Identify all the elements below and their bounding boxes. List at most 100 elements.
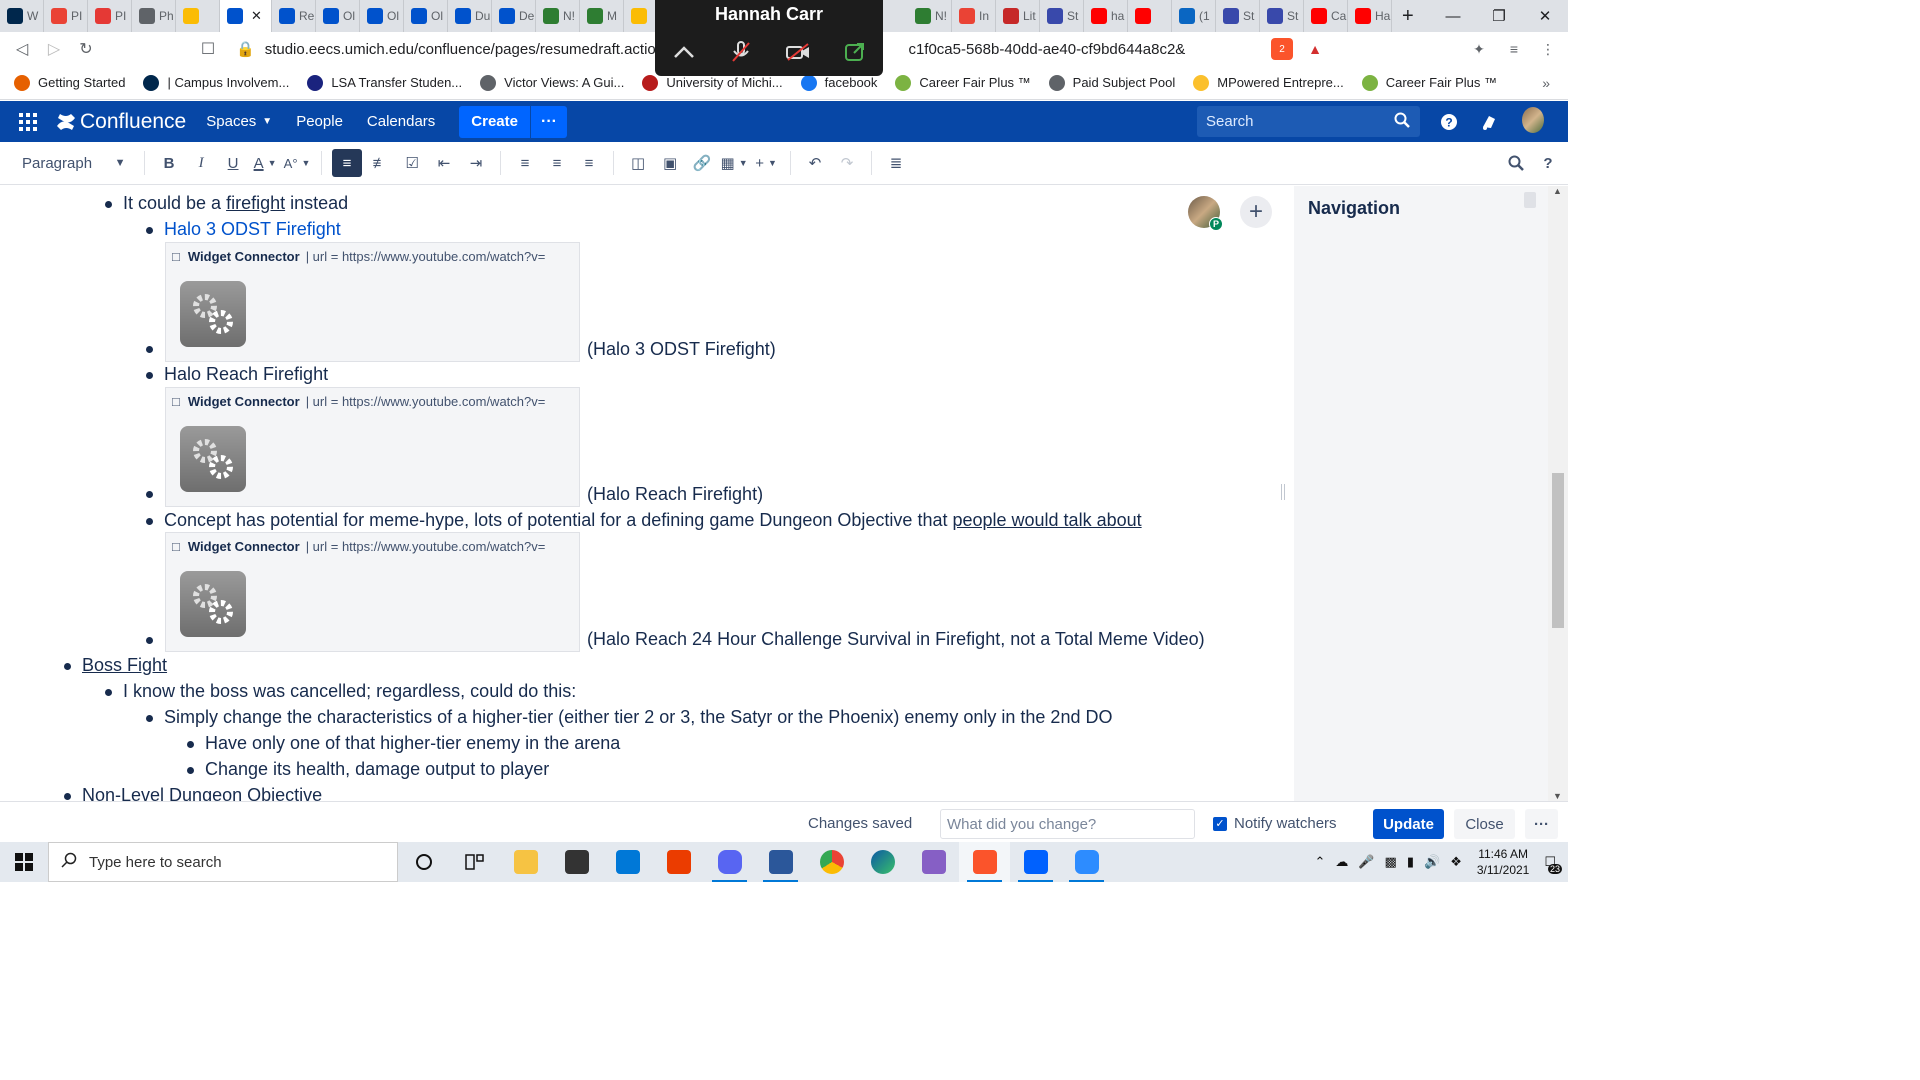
dropbox-tray-icon[interactable]: ❖ [1450,854,1462,870]
align-right-icon[interactable]: ≡ [575,149,603,177]
close-tab-icon[interactable]: ✕ [251,8,262,24]
link-icon[interactable]: 🔗 [688,149,716,177]
word-icon[interactable] [755,842,806,882]
windows-start-icon[interactable] [0,842,48,882]
indent-icon[interactable]: ⇥ [462,149,490,177]
collaborator-avatar[interactable]: P [1188,196,1223,231]
browser-tab[interactable]: ha [1084,0,1128,32]
brave-icon[interactable] [959,842,1010,882]
bookmarks-overflow-icon[interactable]: » [1542,75,1550,91]
mic-muted-icon[interactable] [721,38,761,66]
browser-tab[interactable]: Ol [316,0,360,32]
new-tab-icon[interactable]: + [1392,5,1424,28]
align-left-icon[interactable]: ≡ [511,149,539,177]
chrome-icon[interactable] [806,842,857,882]
widget-connector[interactable]: □ Widget Connector | url = https://www.you… [165,532,580,652]
browser-tab[interactable]: St [1216,0,1260,32]
extensions-icon[interactable]: ✦ [1468,38,1490,60]
help-icon[interactable]: ? [1534,149,1562,177]
reload-icon[interactable]: ↻ [70,33,102,65]
browser-tab[interactable]: In [952,0,996,32]
brave-rewards-icon[interactable]: ▲ [1304,38,1326,60]
brave-shields-icon[interactable]: 2 [1271,38,1293,60]
browser-tab[interactable]: Re [272,0,316,32]
file-explorer-icon[interactable] [500,842,551,882]
layout-icon[interactable]: ◫ [624,149,652,177]
page-width-icon[interactable]: ≣ [882,149,910,177]
clock[interactable]: 11:46 AM 3/11/2021 [1477,846,1530,878]
halo-3-odst-link[interactable]: Halo 3 ODST Firefight [164,219,341,240]
task-list-icon[interactable]: ☑ [398,149,426,177]
task-view-icon[interactable] [449,842,500,882]
update-button[interactable]: Update [1373,809,1444,839]
browser-tab[interactable]: Ph [132,0,176,32]
chevron-up-icon[interactable]: ⌃ [1314,854,1325,870]
add-collaborator-button[interactable]: + [1240,196,1272,228]
browser-tab[interactable]: Ol [360,0,404,32]
scrollbar-thumb[interactable] [1552,473,1564,628]
discord-icon[interactable] [704,842,755,882]
image-icon[interactable]: ▣ [656,149,684,177]
browser-tab[interactable] [176,0,220,32]
widget-connector[interactable]: □ Widget Connector | url = https://www.you… [165,387,580,507]
align-center-icon[interactable]: ≡ [543,149,571,177]
forward-icon[interactable]: ▷ [38,33,70,65]
avatar[interactable] [1522,107,1544,133]
scroll-up-icon[interactable]: ▲ [1553,186,1562,196]
confluence-logo[interactable]: Confluence [56,110,186,134]
visual-studio-icon[interactable] [908,842,959,882]
numbered-list-icon[interactable]: ≢ [366,149,394,177]
edge-icon[interactable] [857,842,908,882]
browser-tab[interactable]: St [1260,0,1304,32]
resize-handle[interactable] [1281,484,1285,500]
volume-icon[interactable]: 🔊 [1424,854,1440,870]
battery-icon[interactable]: ▮ [1407,854,1414,870]
mail-icon[interactable] [602,842,653,882]
bookmark-item[interactable]: LSA Transfer Studen... [307,74,462,91]
share-screen-icon[interactable] [835,38,875,66]
onedrive-icon[interactable]: ☁ [1335,854,1348,870]
help-icon[interactable]: ? [1438,111,1460,133]
scroll-down-icon[interactable]: ▼ [1553,791,1562,801]
widget-connector[interactable]: □ Widget Connector | url = https://www.you… [165,242,580,362]
browser-tab[interactable]: Ca [1304,0,1348,32]
undo-icon[interactable]: ↶ [801,149,829,177]
redo-icon[interactable]: ↷ [833,149,861,177]
dropbox-icon[interactable] [1010,842,1061,882]
bookmark-item[interactable]: MPowered Entrepre... [1193,74,1344,91]
notifications-icon[interactable]: ☐ 23 [1544,854,1562,874]
browser-tab[interactable] [1128,0,1172,32]
microphone-icon[interactable]: 🎤 [1358,854,1374,870]
notify-watchers-checkbox[interactable]: ✓ Notify watchers [1213,815,1337,832]
bookmark-item[interactable]: | Campus Involvem... [143,74,289,91]
chevron-up-icon[interactable] [664,38,704,66]
app-switcher-icon[interactable] [0,101,56,142]
notifications-icon[interactable] [1478,111,1500,133]
boss-fight-link[interactable]: Boss Fight [82,655,167,676]
browser-tab[interactable]: (1 [1172,0,1216,32]
bookmark-item[interactable]: Career Fair Plus ™ [1361,74,1497,91]
browser-tab[interactable]: N! [908,0,952,32]
bookmark-item[interactable]: University of Michi... [642,74,783,91]
bold-icon[interactable]: B [155,149,183,177]
browser-menu-icon[interactable]: ⋮ [1537,38,1559,60]
italic-icon[interactable]: I [187,149,215,177]
browser-tab[interactable]: Ha [1348,0,1392,32]
zoom-icon[interactable] [1061,842,1112,882]
bookmark-item[interactable]: Career Fair Plus ™ [895,74,1031,91]
restore-icon[interactable]: ❐ [1476,0,1522,32]
browser-tab[interactable]: Lit [996,0,1040,32]
scrollbar[interactable]: ▲ ▼ [1548,186,1568,801]
browser-tab[interactable]: ✕ [220,0,272,32]
network-icon[interactable]: ▩ [1385,854,1397,870]
change-message-input[interactable] [940,809,1195,839]
store-icon[interactable] [551,842,602,882]
confluence-search[interactable]: Search [1197,106,1420,137]
minimize-icon[interactable]: — [1430,0,1476,32]
browser-tab[interactable]: W [0,0,44,32]
nav-calendars[interactable]: Calendars [367,113,435,130]
cortana-icon[interactable] [398,842,449,882]
bookmark-item[interactable]: Paid Subject Pool [1048,74,1175,91]
taskbar-search[interactable]: Type here to search [48,842,398,882]
outdent-icon[interactable]: ⇤ [430,149,458,177]
